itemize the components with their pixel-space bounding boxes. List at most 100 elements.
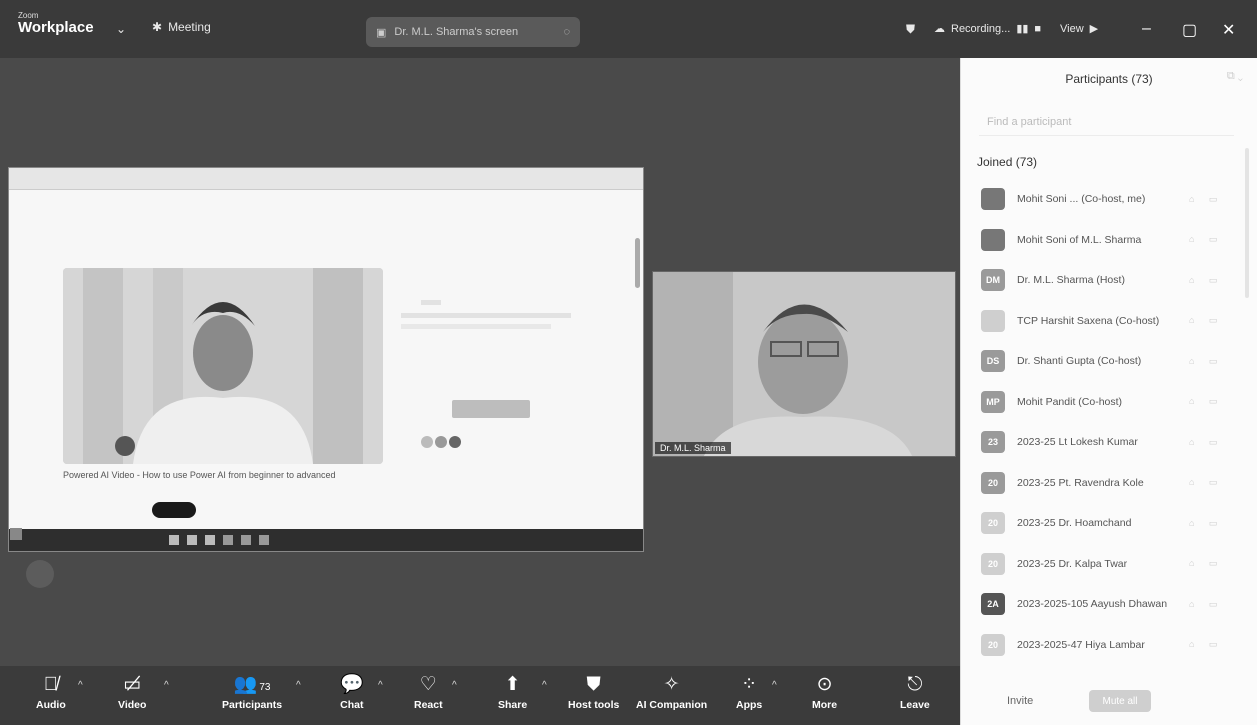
- participant-row[interactable]: TCP Harshit Saxena (Co-host) ⌂ ▭: [961, 301, 1257, 342]
- meeting-menu[interactable]: ✱ Meeting: [152, 20, 211, 34]
- close-button[interactable]: ✕: [1222, 20, 1235, 40]
- participant-status-icons: ⌂ ▭: [1189, 598, 1224, 609]
- apps-button[interactable]: ⁘ Apps: [736, 674, 762, 711]
- brand-name: Workplace: [18, 19, 94, 36]
- shared-screen: Powered AI Video - How to use Power AI f…: [8, 167, 644, 552]
- apps-options-chevron-icon[interactable]: ^: [772, 680, 777, 691]
- person-in-video-image: [63, 268, 383, 464]
- participant-name: 2023-25 Dr. Hoamchand: [1017, 517, 1132, 530]
- shared-video-caption: Powered AI Video - How to use Power AI f…: [63, 470, 336, 480]
- participant-name: 2023-25 Pt. Ravendra Kole: [1017, 476, 1144, 489]
- chat-icon: 💬: [340, 674, 364, 695]
- chat-options-chevron-icon[interactable]: ^: [378, 680, 383, 691]
- pause-recording-icon[interactable]: ▮▮: [1016, 22, 1028, 35]
- participant-status-icons: ⌂ ▭: [1189, 234, 1224, 245]
- participants-footer: Invite Mute all: [961, 677, 1257, 725]
- view-button[interactable]: View ▶: [1060, 22, 1098, 36]
- avatar: 20: [981, 552, 1005, 575]
- participant-row[interactable]: DM Dr. M.L. Sharma (Host) ⌂ ▭: [961, 260, 1257, 301]
- cloud-recording-icon: ☁: [934, 23, 945, 35]
- participant-name: Mohit Soni of M.L. Sharma: [1017, 233, 1142, 246]
- shared-page-button: [452, 400, 530, 418]
- minimize-button[interactable]: –: [1142, 20, 1151, 38]
- participants-count: 73: [259, 682, 271, 693]
- floating-reaction-icon[interactable]: [26, 560, 54, 588]
- shared-subscribe-button: [152, 502, 196, 518]
- participant-row[interactable]: 20 2023-25 Dr. Hoamchand ⌂ ▭: [961, 503, 1257, 544]
- maximize-button[interactable]: ▢: [1182, 20, 1197, 40]
- view-label: View: [1060, 22, 1084, 35]
- video-label: Video: [118, 699, 147, 711]
- participant-row[interactable]: DS Dr. Shanti Gupta (Co-host) ⌂ ▭: [961, 341, 1257, 382]
- chat-button[interactable]: 💬 Chat: [340, 674, 364, 711]
- participants-button[interactable]: 👥 73 Participants: [222, 674, 282, 711]
- avatar: 20: [981, 471, 1005, 494]
- avatar: MP: [981, 390, 1005, 413]
- avatar: 20: [981, 633, 1005, 656]
- video-options-chevron-icon[interactable]: ^: [164, 680, 169, 691]
- participant-row[interactable]: 2A 2023-2025-105 Aayush Dhawan ⌂ ▭: [961, 584, 1257, 625]
- share-label: Share: [498, 699, 528, 711]
- react-button[interactable]: ♡ React: [414, 674, 443, 711]
- participant-status-icons: ⌂ ▭: [1189, 193, 1224, 204]
- participant-row[interactable]: 23 2023-25 Lt Lokesh Kumar ⌂ ▭: [961, 422, 1257, 463]
- minimize-icon: –: [1142, 20, 1151, 37]
- participant-status-icons: ⌂ ▭: [1189, 517, 1224, 528]
- audio-button[interactable]: 🎙̸ Audio: [36, 674, 66, 711]
- participant-row[interactable]: 20 2023-25 Dr. Kalpa Twar ⌂ ▭: [961, 544, 1257, 585]
- close-icon: ✕: [1222, 22, 1236, 39]
- more-label: More: [812, 699, 838, 711]
- participant-name: 2023-2025-105 Aayush Dhawan: [1017, 598, 1168, 611]
- shared-avatars: [421, 436, 461, 448]
- audio-label: Audio: [36, 699, 66, 711]
- participant-name: 2023-2025-47 Hiya Lambar: [1017, 638, 1145, 651]
- participants-options-chevron-icon[interactable]: ^: [296, 680, 301, 691]
- participant-row[interactable]: 20 2023-25 Pt. Ravendra Kole ⌂ ▭: [961, 463, 1257, 504]
- shared-scrollbar: [635, 238, 640, 288]
- screen-corner-icon: [10, 528, 22, 540]
- participants-panel-title: Participants (73): [1065, 72, 1153, 86]
- audio-options-chevron-icon[interactable]: ^: [78, 680, 83, 691]
- host-tools-button[interactable]: ⛊ Host tools: [568, 674, 619, 711]
- leave-button[interactable]: ⎋ Leave: [900, 674, 930, 711]
- brand-menu-chevron[interactable]: ⌄: [116, 22, 126, 36]
- ai-companion-button[interactable]: ✧ AI Companion: [636, 674, 707, 711]
- leave-label: Leave: [900, 699, 930, 711]
- participant-name: 2023-25 Lt Lokesh Kumar: [1017, 436, 1138, 449]
- meeting-label: Meeting: [168, 20, 211, 34]
- video-button[interactable]: ▭̸ Video: [118, 674, 146, 711]
- participant-status-icons: ⌂ ▭: [1189, 315, 1224, 326]
- screen-share-indicator[interactable]: ▣ Dr. M.L. Sharma's screen ◌: [366, 17, 580, 47]
- mute-all-button[interactable]: Mute all: [1089, 690, 1151, 712]
- participant-name-tag: Dr. M.L. Sharma: [655, 442, 731, 454]
- more-button[interactable]: ⊙ More: [812, 674, 837, 711]
- participant-status-icons: ⌂ ▭: [1189, 558, 1224, 569]
- participant-search-input[interactable]: Find a participant: [979, 110, 1234, 136]
- stop-recording-icon[interactable]: ■: [1034, 23, 1041, 35]
- chat-label: Chat: [340, 699, 364, 711]
- participant-video-tile[interactable]: Dr. M.L. Sharma: [652, 271, 956, 457]
- participant-row[interactable]: 20 2023-2025-47 Hiya Lambar ⌂ ▭: [961, 625, 1257, 666]
- recording-indicator[interactable]: ☁ Recording... ▮▮ ■: [934, 22, 1041, 36]
- restore-icon: ▢: [1182, 22, 1198, 39]
- share-options-chevron-icon[interactable]: ^: [542, 680, 547, 691]
- security-shield[interactable]: ⛊: [906, 22, 915, 37]
- panel-popout-icon[interactable]: ⧉ ⌄: [1227, 70, 1243, 83]
- screen-share-label: Dr. M.L. Sharma's screen: [394, 26, 519, 38]
- participant-name: 2023-25 Dr. Kalpa Twar: [1017, 557, 1128, 570]
- share-button[interactable]: ⬆ Share: [498, 674, 527, 711]
- shield-icon: ⛊: [906, 22, 916, 36]
- joined-section-header[interactable]: Joined (73): [977, 155, 1037, 169]
- participant-status-icons: ⌂ ▭: [1189, 639, 1224, 650]
- participant-row[interactable]: Mohit Soni of M.L. Sharma ⌂ ▭: [961, 220, 1257, 261]
- shared-browser-tabs: [9, 168, 643, 190]
- recording-label: Recording...: [951, 22, 1011, 35]
- participant-status-icons: ⌂ ▭: [1189, 477, 1224, 488]
- participants-label: Participants: [222, 699, 283, 711]
- invite-button[interactable]: Invite: [1007, 695, 1033, 707]
- meeting-toolbar: 🎙̸ Audio ^ ▭̸ Video ^ 👥 73 Participants ^…: [0, 666, 960, 725]
- react-options-chevron-icon[interactable]: ^: [452, 680, 457, 691]
- participant-row[interactable]: MP Mohit Pandit (Co-host) ⌂ ▭: [961, 382, 1257, 423]
- participant-row[interactable]: Mohit Soni ... (Co-host, me) ⌂ ▭: [961, 179, 1257, 220]
- app-brand: Zoom Workplace: [18, 12, 94, 36]
